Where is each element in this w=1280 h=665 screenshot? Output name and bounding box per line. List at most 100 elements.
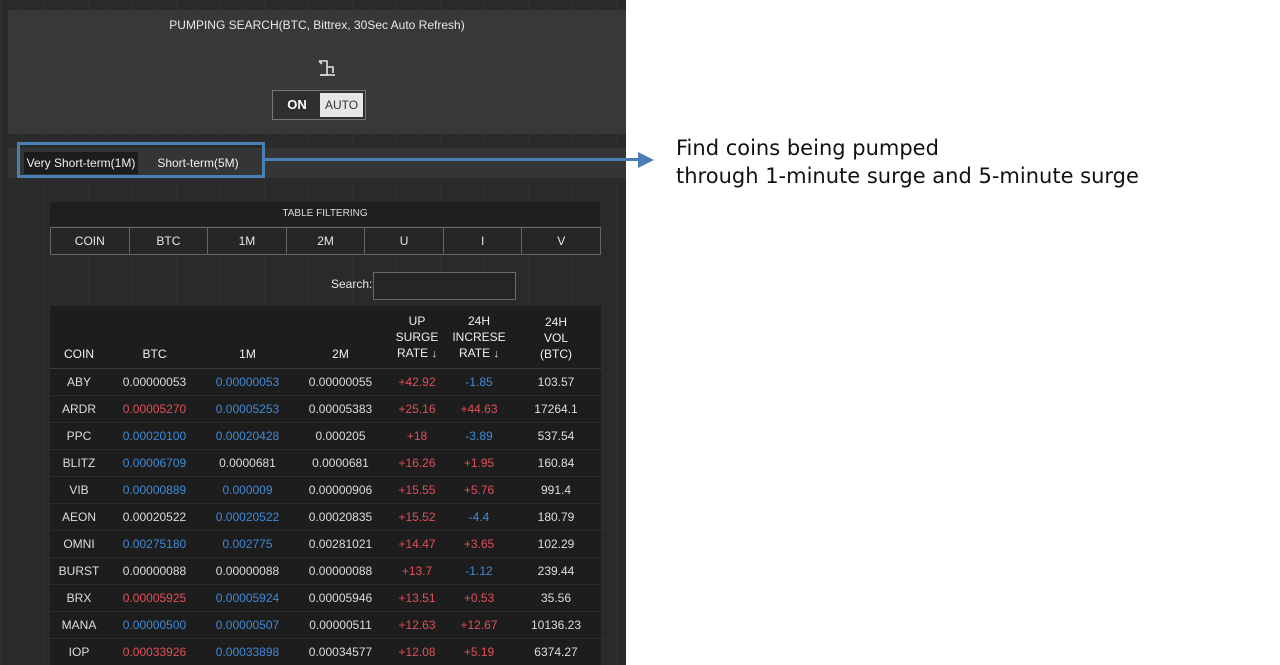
cell-coin: BURST	[50, 557, 108, 585]
table-row[interactable]: AEON 0.00020522 0.00020522 0.00020835 +15.52…	[50, 503, 601, 531]
header-1m[interactable]: 1M	[201, 306, 294, 369]
cell-2m: 0.00000511	[294, 611, 387, 639]
header-btc[interactable]: BTC	[108, 306, 201, 369]
cell-coin: AEON	[50, 503, 108, 531]
cell-2m: 0.00000088	[294, 557, 387, 585]
cell-coin: MANA	[50, 611, 108, 639]
cell-1m: 0.00005924	[201, 584, 294, 612]
cell-24h-increase-rate: +5.19	[447, 638, 511, 665]
cell-24h-increase-rate: -3.89	[447, 422, 511, 450]
tab-short-term[interactable]: Short-term(5M)	[148, 152, 248, 174]
cell-24h-volume: 180.79	[511, 503, 601, 531]
table-row[interactable]: BLITZ 0.00006709 0.0000681 0.0000681 +16.26 +…	[50, 449, 601, 477]
filter-u-button[interactable]: U	[365, 228, 444, 254]
filter-coin-button[interactable]: COIN	[51, 228, 130, 254]
cell-btc: 0.00000088	[108, 557, 201, 585]
filter-2m-button[interactable]: 2M	[286, 228, 366, 254]
annotation-line-2: through 1-minute surge and 5-minute surg…	[676, 164, 1139, 188]
table-row[interactable]: BRX 0.00005925 0.00005924 0.00005946 +13.51 +…	[50, 584, 601, 612]
cell-24h-volume: 239.44	[511, 557, 601, 585]
cell-btc: 0.00033926	[108, 638, 201, 665]
annotation-arrow-icon	[638, 152, 654, 168]
cell-24h-increase-rate: +0.53	[447, 584, 511, 612]
cell-btc: 0.00000500	[108, 611, 201, 639]
filter-v-button[interactable]: V	[522, 228, 601, 254]
cell-up-surge-rate: +18	[387, 422, 447, 450]
filter-title: TABLE FILTERING	[50, 202, 600, 226]
header-24h-volume[interactable]: 24H VOL (BTC)	[511, 306, 601, 369]
cell-up-surge-rate: +15.55	[387, 476, 447, 504]
search-input[interactable]	[373, 272, 516, 300]
table-row[interactable]: ARDR 0.00005270 0.00005253 0.00005383 +25.16…	[50, 395, 601, 423]
cell-24h-increase-rate: -1.12	[447, 557, 511, 585]
filter-i-button[interactable]: I	[443, 228, 523, 254]
cell-2m: 0.00034577	[294, 638, 387, 665]
pumping-table: COIN BTC 1M 2M UP SURGE RATE ↓ 24H INCRE…	[50, 306, 601, 665]
header-up-line1: UP	[408, 314, 426, 328]
sort-down-icon: ↓	[493, 348, 499, 360]
table-row[interactable]: ABY 0.00000053 0.00000053 0.00000055 +42.92-…	[50, 368, 601, 396]
cell-24h-increase-rate: -1.85	[447, 368, 511, 396]
table-row[interactable]: BURST 0.00000088 0.00000088 0.00000088 +13.7…	[50, 557, 601, 585]
table-row[interactable]: MANA 0.00000500 0.00000507 0.00000511 +12.63…	[50, 611, 601, 639]
annotation-text: Find coins being pumped through 1-minute…	[676, 134, 1236, 190]
cell-24h-volume: 10136.23	[511, 611, 601, 639]
table-row[interactable]: OMNI 0.00275180 0.002775 0.00281021 +14.47 +3…	[50, 530, 601, 558]
cell-24h-volume: 160.84	[511, 449, 601, 477]
search-label: Search:	[331, 277, 373, 291]
cell-coin: ABY	[50, 368, 108, 396]
cell-up-surge-rate: +16.26	[387, 449, 447, 477]
cell-up-surge-rate: +15.52	[387, 503, 447, 531]
cell-1m: 0.00000088	[201, 557, 294, 585]
cell-2m: 0.00281021	[294, 530, 387, 558]
header-vol-line2: VOL	[543, 331, 568, 345]
cell-24h-increase-rate: +3.65	[447, 530, 511, 558]
header-vol-line1: 24H	[544, 315, 567, 329]
header-up-surge-rate[interactable]: UP SURGE RATE ↓	[387, 306, 447, 369]
table-row[interactable]: PPC 0.00020100 0.00020428 0.000205 +18 -3.89 5…	[50, 422, 601, 450]
cell-1m: 0.00005253	[201, 395, 294, 423]
filter-1m-button[interactable]: 1M	[208, 228, 287, 254]
header-up-line2: SURGE	[395, 330, 439, 344]
cell-24h-volume: 103.57	[511, 368, 601, 396]
header-2m[interactable]: 2M	[294, 306, 387, 369]
cell-1m: 0.00033898	[201, 638, 294, 665]
cell-up-surge-rate: +13.51	[387, 584, 447, 612]
refresh-icon[interactable]	[317, 58, 337, 78]
table-row[interactable]: VIB 0.00000889 0.000009 0.00000906 +15.55 +5.…	[50, 476, 601, 504]
cell-24h-increase-rate: +5.76	[447, 476, 511, 504]
cell-coin: PPC	[50, 422, 108, 450]
header-vol-line3: (BTC)	[540, 347, 572, 361]
header-up-line3: RATE	[397, 346, 429, 360]
table-header-row: COIN BTC 1M 2M UP SURGE RATE ↓ 24H INCRE…	[50, 306, 601, 369]
cell-coin: VIB	[50, 476, 108, 504]
app-panel: PUMPING SEARCH(BTC, Bittrex, 30Sec Auto …	[0, 0, 626, 665]
cell-up-surge-rate: +12.63	[387, 611, 447, 639]
cell-coin: OMNI	[50, 530, 108, 558]
cell-1m: 0.000009	[201, 476, 294, 504]
header-panel: PUMPING SEARCH(BTC, Bittrex, 30Sec Auto …	[8, 10, 626, 134]
cell-2m: 0.00000055	[294, 368, 387, 396]
header-coin[interactable]: COIN	[50, 306, 108, 369]
toggle-auto-label[interactable]: AUTO	[320, 93, 363, 117]
cell-coin: ARDR	[50, 395, 108, 423]
toggle-on-label[interactable]: ON	[275, 93, 319, 117]
header-24h-increase-rate[interactable]: 24H INCRESE RATE ↓	[447, 306, 511, 369]
cell-24h-increase-rate: +1.95	[447, 449, 511, 477]
table-row[interactable]: IOP 0.00033926 0.00033898 0.00034577 +12.08 +…	[50, 638, 601, 665]
cell-btc: 0.00275180	[108, 530, 201, 558]
cell-2m: 0.00000906	[294, 476, 387, 504]
cell-2m: 0.00005946	[294, 584, 387, 612]
page-title: PUMPING SEARCH(BTC, Bittrex, 30Sec Auto …	[169, 18, 465, 32]
cell-1m: 0.00000507	[201, 611, 294, 639]
cell-btc: 0.00020522	[108, 503, 201, 531]
cell-btc: 0.00005925	[108, 584, 201, 612]
auto-refresh-toggle[interactable]: ON AUTO	[272, 90, 366, 120]
cell-24h-increase-rate: +12.67	[447, 611, 511, 639]
tab-very-short-term[interactable]: Very Short-term(1M)	[24, 152, 138, 174]
filter-btc-button[interactable]: BTC	[129, 228, 209, 254]
cell-24h-volume: 537.54	[511, 422, 601, 450]
sort-down-icon: ↓	[431, 348, 437, 360]
cell-btc: 0.00000053	[108, 368, 201, 396]
cell-24h-volume: 35.56	[511, 584, 601, 612]
